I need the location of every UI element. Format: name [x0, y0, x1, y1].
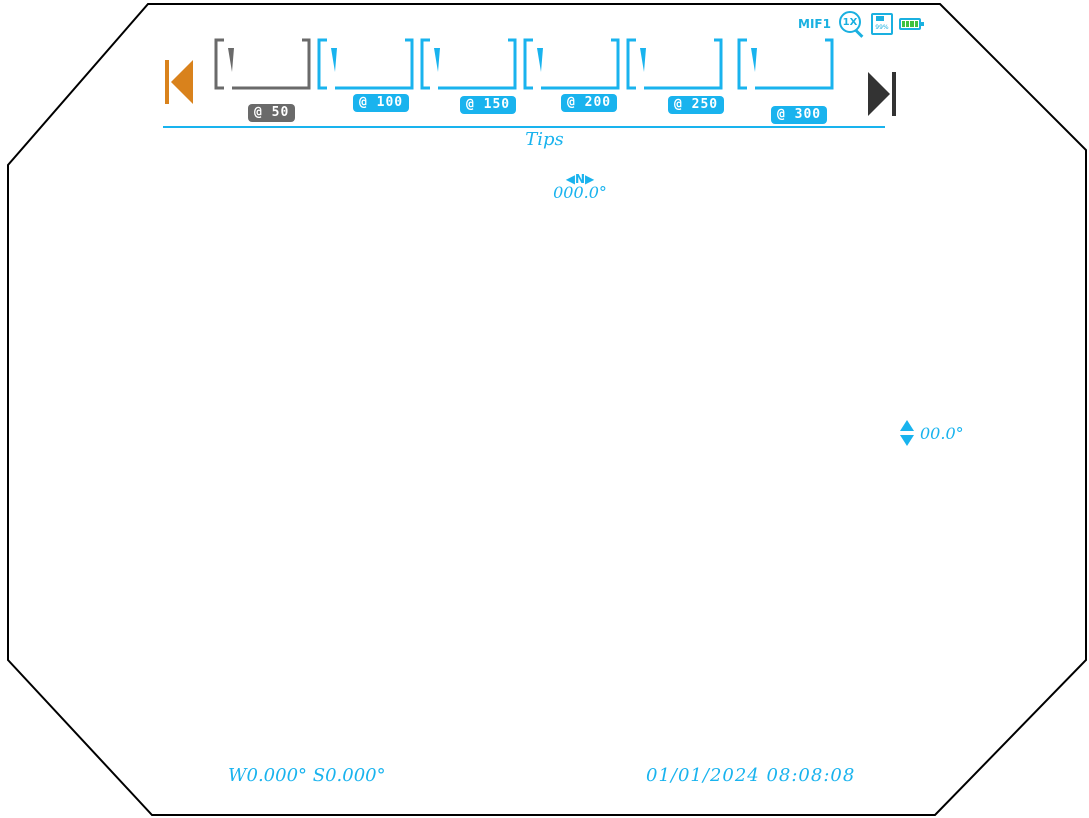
gps-coordinates: W0.000° S0.000° [228, 765, 386, 786]
viewport-octagon-frame [7, 3, 1087, 816]
battery-icon [898, 18, 924, 30]
date-time: 01/01/2024 08:08:08 [646, 765, 856, 786]
next-arrow-icon[interactable] [866, 70, 898, 118]
compass-heading: ◀N▶ 000.0° [520, 172, 640, 202]
range-badge: @ 150 [460, 96, 517, 114]
reticle-slot[interactable]: @ 250 [624, 36, 725, 122]
reticle-slot[interactable]: @ 300 [735, 36, 835, 124]
reticle-slot[interactable]: @ 100 [315, 36, 415, 122]
range-badge: @ 100 [353, 94, 410, 112]
reticle-slot[interactable]: @ 150 [418, 36, 518, 122]
storage-percent: 99% [875, 24, 889, 31]
reticle-bracket-icon [420, 38, 517, 90]
range-badge: @ 250 [668, 96, 725, 114]
range-badge: @ 300 [771, 106, 828, 124]
reticle-slot[interactable]: @ 50 [212, 36, 312, 122]
zoom-icon[interactable]: 1X [837, 10, 865, 38]
reticle-bracket-icon [214, 38, 311, 90]
reticle-bracket-icon [523, 38, 620, 90]
status-bar: MIF1 1X 99% [798, 10, 924, 38]
reticle-slot[interactable]: @ 200 [521, 36, 621, 122]
profile-label: MIF1 [798, 17, 831, 31]
reticle-bracket-icon [626, 38, 723, 90]
tilt-value: 00.0° [920, 423, 964, 443]
tilt-arrows-icon [900, 420, 914, 446]
previous-arrow-icon[interactable] [163, 58, 195, 106]
tilt-indicator: 00.0° [900, 420, 964, 446]
tips-label[interactable]: Tips [0, 129, 1089, 150]
reticle-bracket-icon [317, 38, 414, 90]
header-divider [163, 126, 885, 128]
heading-value: 000.0° [553, 183, 607, 202]
sd-card-icon: 99% [870, 13, 893, 35]
reticle-bracket-icon [737, 38, 834, 90]
range-badge: @ 50 [248, 104, 296, 122]
range-badge: @ 200 [561, 94, 618, 112]
